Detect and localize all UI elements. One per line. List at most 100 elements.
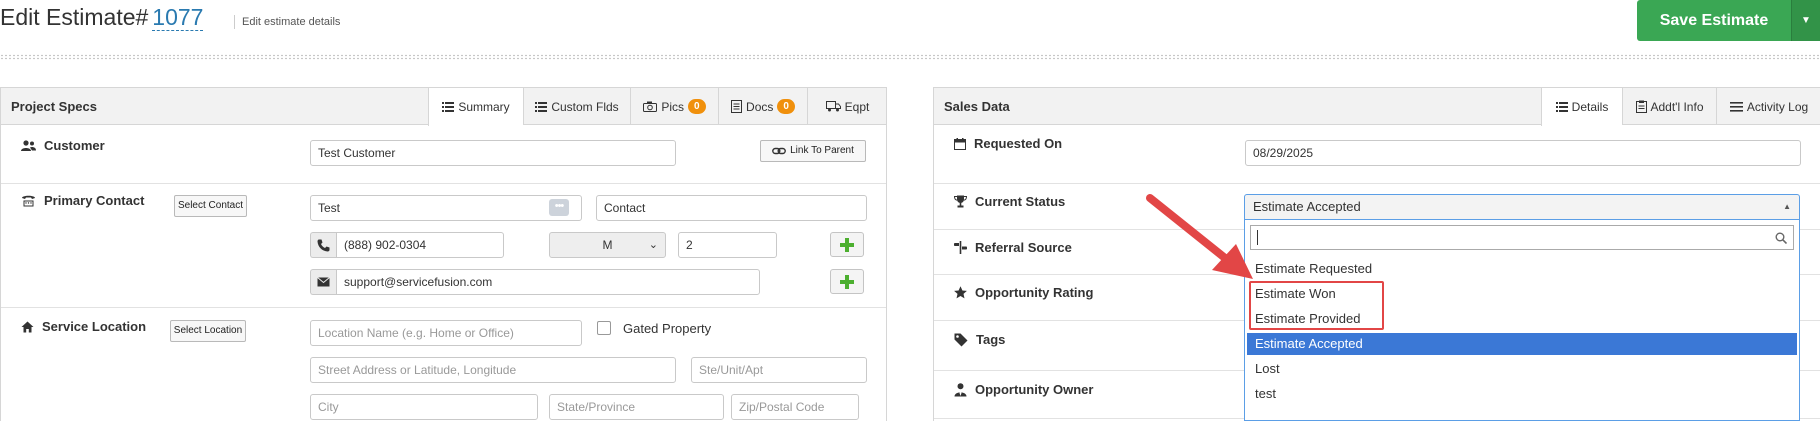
gated-property-checkbox[interactable] <box>597 321 611 335</box>
customer-label-text: Customer <box>44 138 105 153</box>
phone-type-select[interactable]: M ⌄ <box>549 232 666 258</box>
select-contact-button[interactable]: Select Contact <box>174 195 247 217</box>
state-input[interactable]: State/Province <box>549 394 724 420</box>
phone-type-value: M <box>602 238 613 252</box>
save-options-dropdown-button[interactable]: ▼ <box>1791 0 1820 41</box>
requested-on-label-text: Requested On <box>974 136 1063 151</box>
contact-last-name-input[interactable]: Contact <box>596 195 867 221</box>
opportunity-owner-label: Opportunity Owner <box>954 382 1093 397</box>
zip-input[interactable]: Zip/Postal Code <box>731 394 859 420</box>
trophy-icon <box>954 195 967 208</box>
users-icon <box>21 139 36 151</box>
list-icon <box>1555 102 1568 112</box>
tab-addtl-info[interactable]: Addt'l Info <box>1622 88 1716 125</box>
service-location-label-text: Service Location <box>42 319 147 334</box>
page-title: Edit Estimate# 1077 <box>0 4 204 31</box>
status-option-selected[interactable]: Estimate Accepted <box>1247 333 1797 355</box>
lines-icon <box>1729 101 1743 112</box>
current-status-select[interactable]: Estimate Accepted ▲ <box>1244 194 1800 220</box>
referral-source-label: Referral Source <box>954 240 1072 255</box>
tab-eqpt-label: Eqpt <box>844 99 870 114</box>
docs-count-badge: 0 <box>777 99 795 114</box>
tab-docs-label: Docs <box>746 99 774 114</box>
select-location-button[interactable]: Select Location <box>170 320 246 342</box>
requested-on-input[interactable]: 08/29/2025 <box>1245 140 1801 166</box>
opportunity-rating-label-text: Opportunity Rating <box>975 285 1094 300</box>
phone-handset-icon <box>317 239 330 251</box>
row-divider <box>934 183 1820 184</box>
tab-summary[interactable]: Summary <box>428 88 523 126</box>
gated-property-label: Gated Property <box>623 321 712 336</box>
estimate-number[interactable]: 1077 <box>152 4 204 31</box>
tab-docs[interactable]: Docs 0 <box>718 88 807 125</box>
referral-source-label-text: Referral Source <box>975 240 1072 255</box>
opportunity-owner-label-text: Opportunity Owner <box>975 382 1094 397</box>
email-input[interactable]: support@servicefusion.com <box>336 269 760 295</box>
list-icon <box>442 102 455 112</box>
header-divider <box>0 54 1820 60</box>
tab-activity-log[interactable]: Activity Log <box>1716 88 1820 125</box>
phone-field-icon <box>310 232 336 258</box>
contact-first-name-input[interactable]: Test <box>310 195 582 221</box>
tab-pics[interactable]: Pics 0 <box>630 88 718 125</box>
status-search-input[interactable] <box>1250 225 1794 250</box>
text-cursor <box>1257 230 1258 245</box>
location-name-input[interactable]: Location Name (e.g. Home or Office) <box>310 320 582 346</box>
project-specs-panel: Project Specs Summary Custom Flds Pics 0… <box>0 87 887 421</box>
status-option[interactable]: Lost <box>1247 358 1797 380</box>
tab-summary-label: Summary <box>458 100 510 114</box>
link-icon <box>772 147 787 155</box>
street-address-input[interactable]: Street Address or Latitude, Longitude <box>310 357 676 383</box>
contact-more-button[interactable]: ••• <box>549 199 569 216</box>
requested-on-label: Requested On <box>954 136 1062 151</box>
ellipsis-icon: ••• <box>554 200 565 212</box>
link-to-parent-label: Link To Parent <box>790 145 854 156</box>
tab-pics-label: Pics <box>661 99 685 114</box>
tag-icon <box>954 333 968 346</box>
plus-icon <box>840 237 854 252</box>
phone-extension-input[interactable]: 2 <box>678 232 777 258</box>
signpost-icon <box>954 241 967 254</box>
page-title-prefix: Edit Estimate# <box>0 4 149 30</box>
tags-label: Tags <box>954 332 1005 347</box>
row-divider <box>1 183 886 184</box>
current-status-label-text: Current Status <box>975 194 1066 209</box>
add-email-button[interactable] <box>830 269 864 294</box>
unit-input[interactable]: Ste/Unit/Apt <box>691 357 867 383</box>
service-location-label: Service Location <box>21 319 146 334</box>
star-icon <box>954 286 967 299</box>
calendar-icon <box>954 137 966 150</box>
city-input[interactable]: City <box>310 394 538 420</box>
caret-down-icon: ▼ <box>1801 15 1811 26</box>
tab-activity-log-label: Activity Log <box>1746 99 1809 114</box>
caret-up-icon: ▲ <box>1783 202 1791 211</box>
sales-data-header: Sales Data Details Addt'l Info Activity … <box>934 88 1820 126</box>
phone-input[interactable]: (888) 902-0304 <box>336 232 504 258</box>
status-option[interactable]: Estimate Requested <box>1247 258 1797 280</box>
search-icon <box>1775 232 1787 244</box>
camera-icon <box>643 101 658 112</box>
document-icon <box>731 100 743 113</box>
annotation-highlight-box <box>1249 281 1384 330</box>
home-icon <box>21 321 34 332</box>
tab-addtl-info-label: Addt'l Info <box>1650 99 1704 114</box>
row-divider <box>1 307 886 308</box>
tab-custom-flds[interactable]: Custom Flds <box>523 88 630 125</box>
chevron-down-icon: ⌄ <box>648 239 658 251</box>
primary-contact-label: Primary Contact <box>21 193 144 208</box>
tags-label-text: Tags <box>976 332 1006 347</box>
page-subtitle: Edit estimate details <box>234 15 340 29</box>
save-estimate-button[interactable]: Save Estimate <box>1637 0 1791 41</box>
primary-contact-label-text: Primary Contact <box>44 193 145 208</box>
current-status-value: Estimate Accepted <box>1253 199 1361 214</box>
project-specs-header: Project Specs Summary Custom Flds Pics 0… <box>1 88 887 126</box>
truck-icon <box>825 101 841 112</box>
link-to-parent-button[interactable]: Link To Parent <box>760 140 866 162</box>
tab-details[interactable]: Details <box>1541 88 1622 126</box>
tab-eqpt[interactable]: Eqpt <box>807 88 887 125</box>
status-option[interactable]: test <box>1247 383 1797 405</box>
current-status-label: Current Status <box>954 194 1065 209</box>
customer-input[interactable]: Test Customer <box>310 140 676 166</box>
add-phone-button[interactable] <box>830 232 864 257</box>
user-tie-icon <box>954 382 967 396</box>
